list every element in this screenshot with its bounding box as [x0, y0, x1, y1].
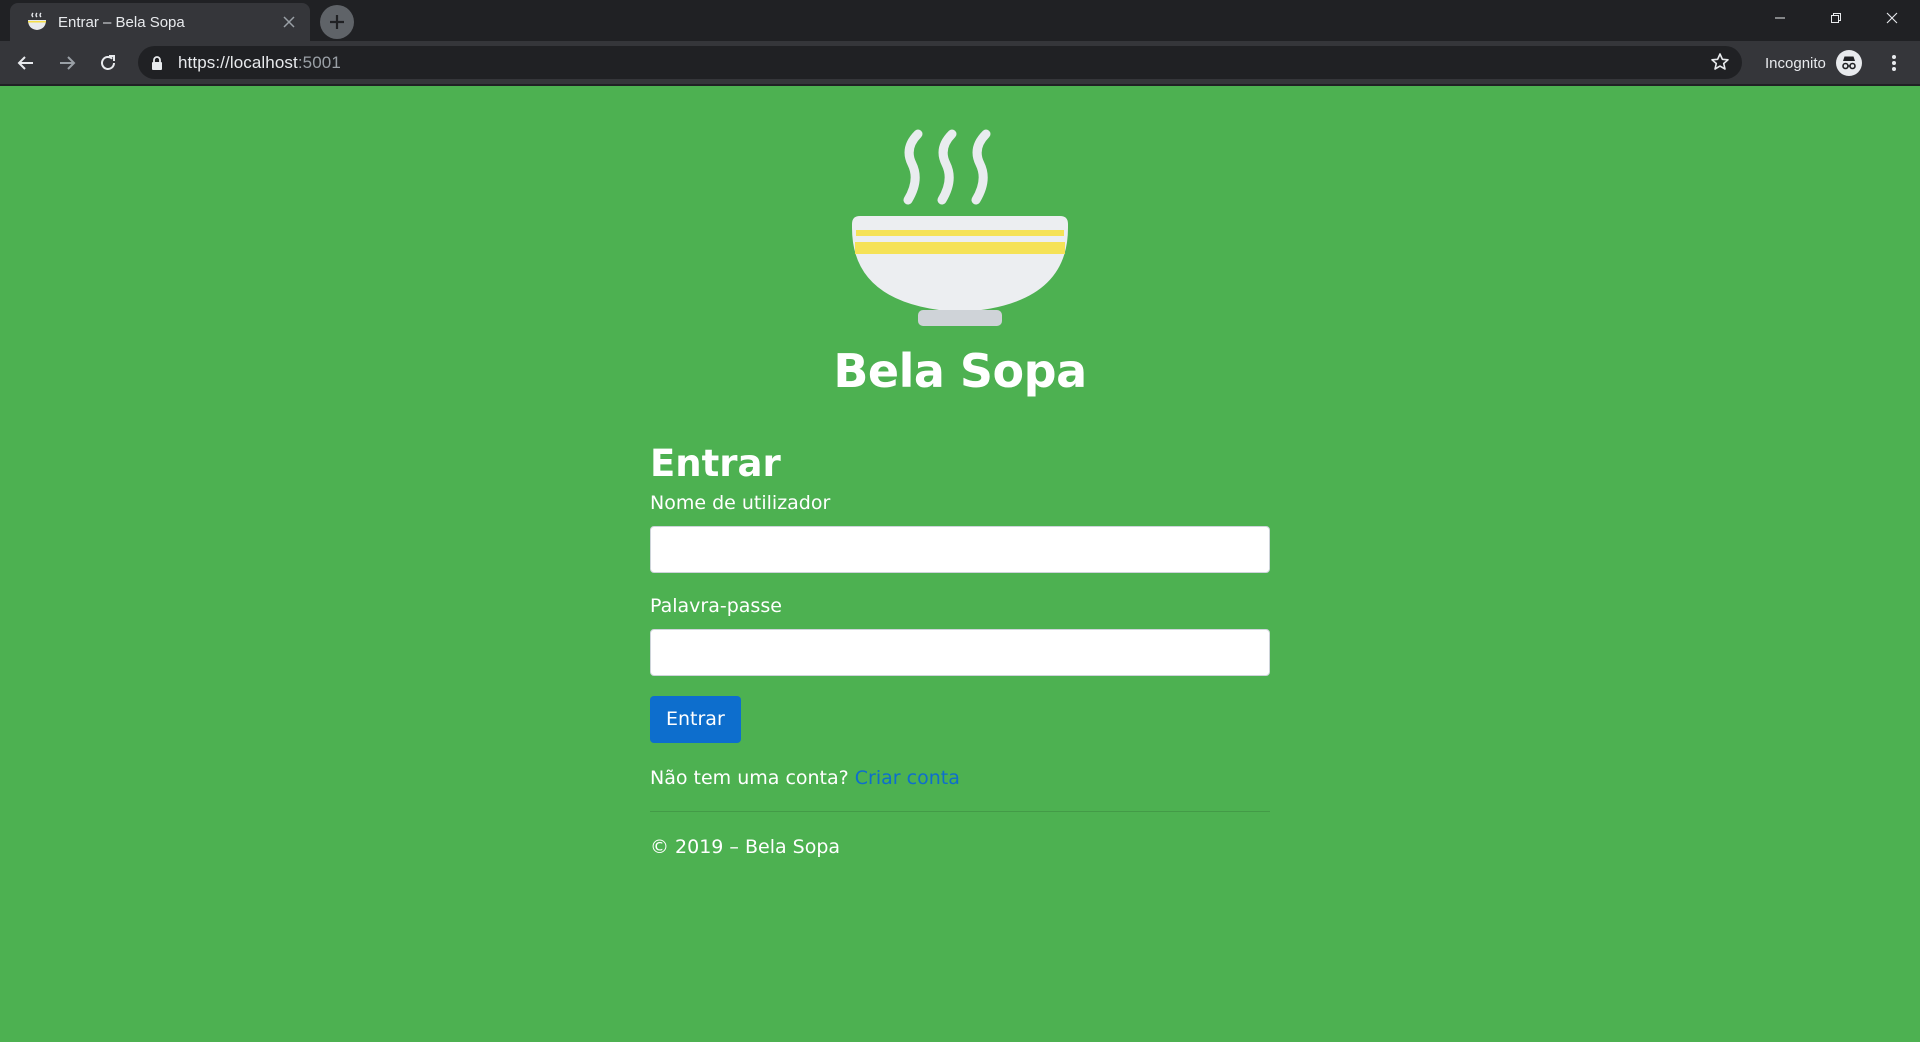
password-field-group: Palavra-passe	[650, 595, 1270, 676]
soup-bowl-steam-icon	[852, 129, 1068, 326]
lock-icon[interactable]	[150, 55, 166, 71]
signup-prompt: Não tem uma conta? Criar conta	[650, 767, 1270, 789]
page-content: Bela Sopa Entrar Nome de utilizador Pala…	[0, 86, 1920, 1042]
username-label: Nome de utilizador	[650, 492, 831, 514]
username-field-group: Nome de utilizador	[650, 492, 1270, 573]
footer-divider	[650, 811, 1270, 812]
browser-tab-strip: Entrar – Bela Sopa	[0, 0, 1920, 41]
incognito-icon	[1835, 50, 1862, 76]
address-bar[interactable]: https://localhost:5001	[138, 46, 1742, 79]
password-label: Palavra-passe	[650, 595, 782, 617]
close-tab-icon[interactable]	[280, 13, 298, 31]
login-button[interactable]: Entrar	[650, 696, 741, 743]
page-title: Entrar	[650, 442, 781, 485]
back-button[interactable]	[10, 47, 42, 79]
url-text: https://localhost:5001	[178, 53, 341, 73]
incognito-indicator[interactable]: Incognito	[1765, 49, 1862, 77]
forward-button[interactable]	[51, 47, 83, 79]
new-tab-button[interactable]	[320, 5, 354, 39]
footer-copyright: © 2019 – Bela Sopa	[650, 836, 841, 858]
browser-menu-button[interactable]	[1880, 49, 1908, 77]
close-icon	[1886, 12, 1898, 24]
soup-bowl-icon	[26, 11, 48, 33]
arrow-left-icon	[17, 56, 33, 70]
url-host: https://localhost	[178, 52, 298, 72]
browser-toolbar: https://localhost:5001 Incognito	[0, 41, 1920, 86]
login-form: Entrar Nome de utilizador Palavra-passe …	[650, 442, 1270, 858]
create-account-link[interactable]: Criar conta	[855, 767, 960, 789]
arrow-right-icon	[60, 56, 76, 70]
browser-tab[interactable]: Entrar – Bela Sopa	[10, 3, 310, 41]
plus-icon	[330, 15, 344, 29]
incognito-label: Incognito	[1765, 54, 1826, 72]
signup-prompt-text: Não tem uma conta?	[650, 767, 849, 789]
brand-title: Bela Sopa	[833, 344, 1087, 398]
url-port: :5001	[297, 52, 341, 72]
more-vert-icon	[1892, 55, 1896, 71]
reload-button[interactable]	[92, 47, 124, 79]
reload-icon	[101, 55, 115, 70]
password-input[interactable]	[650, 629, 1270, 676]
close-window-button[interactable]	[1864, 0, 1920, 36]
window-controls	[1752, 0, 1920, 36]
restore-button[interactable]	[1808, 0, 1864, 36]
minimize-icon	[1775, 17, 1785, 19]
username-input[interactable]	[650, 526, 1270, 573]
tab-title: Entrar – Bela Sopa	[58, 13, 185, 31]
restore-icon	[1831, 13, 1841, 23]
bookmark-star-icon[interactable]	[1710, 52, 1732, 74]
minimize-button[interactable]	[1752, 0, 1808, 36]
